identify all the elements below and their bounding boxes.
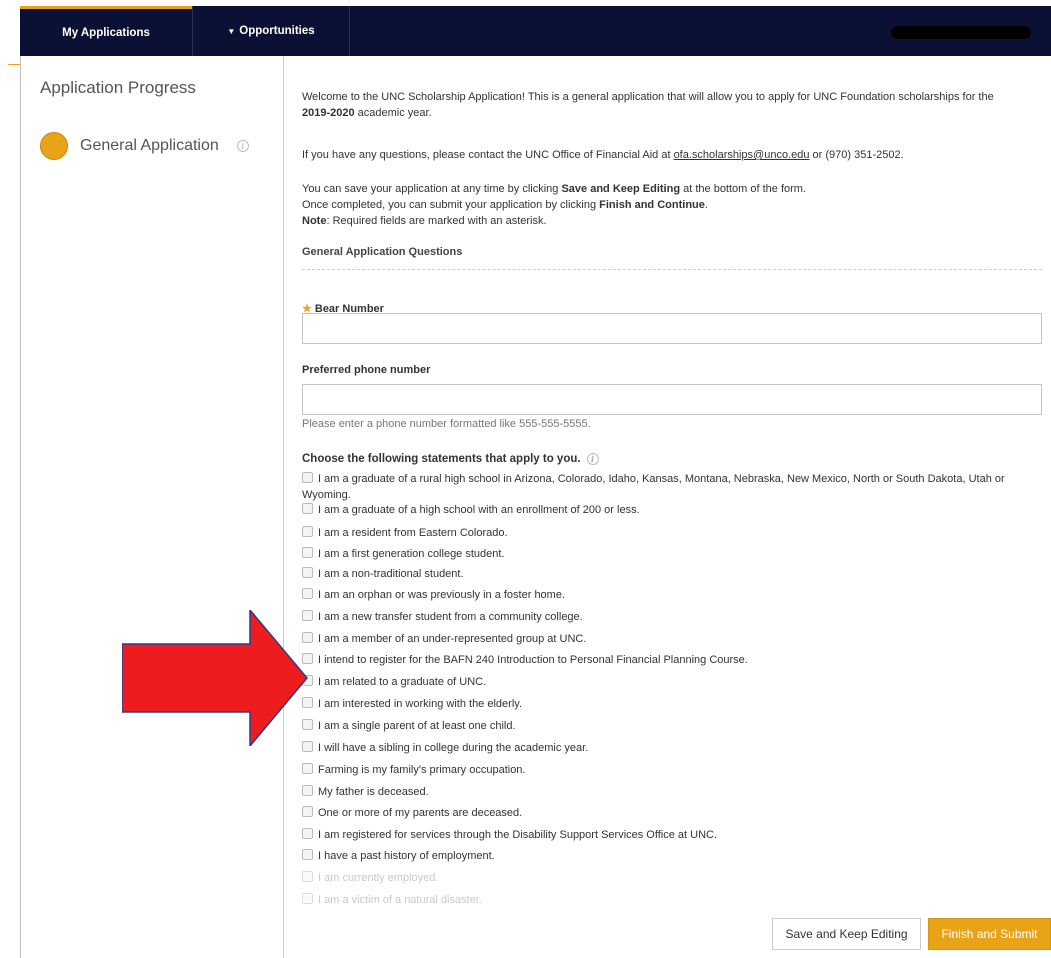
tab-my-applications-label: My Applications	[62, 26, 150, 39]
save-and-keep-editing-button[interactable]: Save and Keep Editing	[772, 918, 921, 950]
checkbox[interactable]	[302, 763, 313, 774]
statement-option[interactable]: My father is deceased.	[302, 784, 1032, 800]
statement-label: I am interested in working with the elde…	[318, 698, 522, 710]
statement-option[interactable]: I am a first generation college student.	[302, 546, 1032, 562]
statement-label: Farming is my family's primary occupatio…	[318, 764, 526, 776]
contact-email-link[interactable]: ofa.scholarships@unco.edu	[674, 149, 810, 161]
intro-text-part: academic year.	[354, 107, 432, 119]
statement-option[interactable]: I am a non-traditional student.	[302, 566, 1032, 582]
statement-option[interactable]: One or more of my parents are deceased.	[302, 805, 1032, 821]
red-arrow-annotation	[122, 610, 308, 746]
checkbox[interactable]	[302, 526, 313, 537]
submit-text-bold: Finish and Continue	[599, 199, 705, 211]
statement-option[interactable]: I am an orphan or was previously in a fo…	[302, 587, 1032, 603]
statement-option[interactable]: I am currently employed.	[302, 870, 1032, 886]
statement-option[interactable]: I am a member of an under-represented gr…	[302, 631, 1032, 647]
checkbox[interactable]	[302, 849, 313, 860]
checkbox[interactable]	[302, 828, 313, 839]
submit-text-part: .	[704, 199, 708, 211]
checkbox[interactable]	[302, 547, 313, 558]
checkbox[interactable]	[302, 871, 313, 882]
statement-label: I am an orphan or was previously in a fo…	[318, 589, 566, 601]
sidebar-divider	[283, 56, 284, 958]
phone-hint: Please enter a phone number formatted li…	[302, 418, 591, 430]
academic-year: 2019-2020	[302, 107, 355, 119]
statement-option[interactable]: I will have a sibling in college during …	[302, 740, 1032, 756]
statement-label: I am a new transfer student from a commu…	[318, 611, 583, 623]
accent-tick	[8, 64, 20, 65]
statement-option[interactable]: I am a single parent of at least one chi…	[302, 718, 1032, 734]
info-icon[interactable]: i	[236, 140, 249, 152]
statement-label: I am a first generation college student.	[318, 548, 505, 560]
section-divider	[302, 269, 1042, 270]
statement-label: I am a graduate of a rural high school i…	[302, 473, 1005, 501]
statement-label: I am a non-traditional student.	[318, 568, 464, 580]
statement-label: I have a past history of employment.	[318, 850, 495, 862]
statement-option[interactable]: I am registered for services through the…	[302, 827, 1032, 843]
statement-label: My father is deceased.	[318, 786, 429, 798]
statement-label: I am a member of an under-represented gr…	[318, 633, 587, 645]
sidebar-heading: Application Progress	[40, 78, 196, 97]
submit-text-part: Once completed, you can submit your appl…	[302, 199, 600, 211]
statement-option[interactable]: I am a resident from Eastern Colorado.	[302, 525, 1032, 541]
checkbox[interactable]	[302, 785, 313, 796]
tab-my-applications[interactable]: My Applications	[20, 6, 192, 56]
statement-label: I intend to register for the BAFN 240 In…	[318, 654, 748, 666]
sidebar: Application Progress General Application…	[21, 56, 281, 958]
contact-text-part: If you have any questions, please contac…	[302, 149, 674, 161]
statement-option[interactable]: I intend to register for the BAFN 240 In…	[302, 652, 1032, 668]
progress-step-general-application[interactable]: General Application i	[40, 132, 249, 160]
note-text: : Required fields are marked with an ast…	[326, 215, 547, 227]
statement-option[interactable]: I have a past history of employment.	[302, 848, 1032, 864]
checkbox[interactable]	[302, 503, 313, 514]
statements-label: Choose the following statements that app…	[302, 453, 599, 465]
save-text-part: at the bottom of the form.	[680, 183, 807, 195]
statement-label: I am currently employed.	[318, 872, 439, 884]
statement-option[interactable]: I am a victim of a natural disaster.	[302, 892, 1032, 908]
statement-label: I am a single parent of at least one chi…	[318, 720, 516, 732]
phone-label: Preferred phone number	[302, 364, 431, 376]
info-icon[interactable]: i	[586, 453, 599, 465]
tab-opportunities-label: Opportunities	[239, 25, 315, 37]
statement-option[interactable]: I am interested in working with the elde…	[302, 696, 1032, 712]
statement-label: One or more of my parents are deceased.	[318, 807, 523, 819]
redacted-user-area	[891, 26, 1031, 39]
checkbox[interactable]	[302, 472, 313, 483]
statement-label: I am a graduate of a high school with an…	[318, 504, 640, 516]
save-text-part: You can save your application at any tim…	[302, 183, 562, 195]
intro-text: Welcome to the UNC Scholarship Applicati…	[302, 89, 1022, 121]
checkbox[interactable]	[302, 806, 313, 817]
note-bold: Note	[302, 215, 327, 227]
finish-and-submit-button[interactable]: Finish and Submit	[928, 918, 1051, 950]
bear-number-input[interactable]	[302, 313, 1042, 344]
statement-label: I am registered for services through the…	[318, 829, 718, 841]
statement-option[interactable]: I am a graduate of a rural high school i…	[302, 471, 1032, 503]
statement-option[interactable]: I am a graduate of a high school with an…	[302, 502, 1032, 518]
phone-input[interactable]	[302, 384, 1042, 415]
progress-step-label: General Application	[80, 137, 219, 154]
intro-text-part: Welcome to the UNC Scholarship Applicati…	[302, 91, 994, 103]
statement-option[interactable]: I am related to a graduate of UNC.	[302, 674, 1032, 690]
progress-circle-icon	[40, 132, 68, 160]
statement-option[interactable]: I am a new transfer student from a commu…	[302, 609, 1032, 625]
contact-text-part: or (970) 351-2502.	[809, 149, 904, 161]
statements-label-text: Choose the following statements that app…	[302, 453, 581, 465]
checkbox[interactable]	[302, 588, 313, 599]
checkbox[interactable]	[302, 567, 313, 578]
save-text-bold: Save and Keep Editing	[561, 183, 681, 195]
statement-label: I am related to a graduate of UNC.	[318, 676, 487, 688]
contact-text: If you have any questions, please contac…	[302, 147, 904, 163]
save-instructions: You can save your application at any tim…	[302, 181, 806, 229]
section-title: General Application Questions	[302, 246, 463, 258]
caret-down-icon: ▼	[227, 26, 236, 36]
statement-label: I will have a sibling in college during …	[318, 742, 589, 754]
tab-opportunities[interactable]: ▼ Opportunities	[192, 6, 350, 56]
checkbox[interactable]	[302, 893, 313, 904]
statement-label: I am a victim of a natural disaster.	[318, 894, 482, 906]
statement-option[interactable]: Farming is my family's primary occupatio…	[302, 762, 1032, 778]
top-nav: My Applications ▼ Opportunities	[20, 6, 1051, 56]
statement-label: I am a resident from Eastern Colorado.	[318, 527, 508, 539]
